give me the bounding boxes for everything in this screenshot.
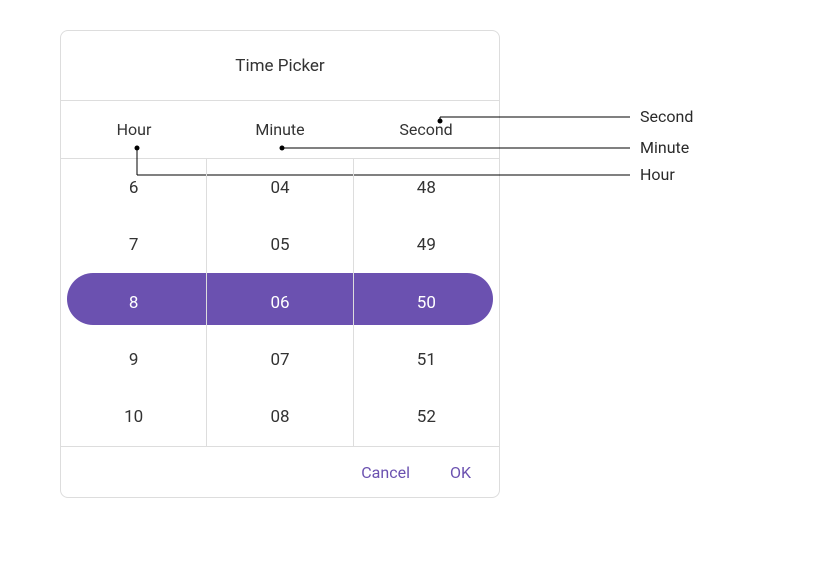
hour-header: Hour (61, 101, 207, 158)
minute-option[interactable]: 08 (207, 389, 352, 446)
second-option-selected[interactable]: 50 (354, 274, 499, 331)
annotation-second: Second (640, 107, 693, 126)
minute-header: Minute (207, 101, 353, 158)
hour-header-label: Hour (117, 120, 152, 139)
second-option[interactable]: 51 (354, 331, 499, 388)
second-option[interactable]: 48 (354, 159, 499, 216)
second-spinner[interactable]: 48 49 50 51 52 (353, 159, 499, 446)
hour-spinner[interactable]: 6 7 8 9 10 (61, 159, 206, 446)
spinner-area: 6 7 8 9 10 04 05 06 07 08 48 49 50 51 52 (61, 159, 499, 447)
annotation-hour: Hour (640, 165, 675, 184)
cancel-button[interactable]: Cancel (361, 463, 410, 482)
hour-option[interactable]: 9 (61, 331, 206, 388)
hour-option[interactable]: 6 (61, 159, 206, 216)
minute-option[interactable]: 05 (207, 216, 352, 273)
minute-option-selected[interactable]: 06 (207, 274, 352, 331)
second-option[interactable]: 52 (354, 389, 499, 446)
time-picker-dialog: Time Picker Hour Minute Second 6 7 8 9 1… (60, 30, 500, 498)
minute-header-label: Minute (255, 120, 304, 139)
dialog-footer: Cancel OK (61, 447, 499, 497)
second-option[interactable]: 49 (354, 216, 499, 273)
ok-button[interactable]: OK (450, 463, 471, 482)
hour-option-selected[interactable]: 8 (61, 274, 206, 331)
annotation-minute: Minute (640, 138, 689, 157)
second-header: Second (353, 101, 499, 158)
column-headers: Hour Minute Second (61, 101, 499, 159)
second-header-label: Second (399, 120, 452, 139)
hour-option[interactable]: 7 (61, 216, 206, 273)
spinner-columns: 6 7 8 9 10 04 05 06 07 08 48 49 50 51 52 (61, 159, 499, 446)
hour-option[interactable]: 10 (61, 389, 206, 446)
dialog-title-text: Time Picker (235, 56, 324, 76)
minute-spinner[interactable]: 04 05 06 07 08 (206, 159, 352, 446)
dialog-title: Time Picker (61, 31, 499, 101)
minute-option[interactable]: 04 (207, 159, 352, 216)
minute-option[interactable]: 07 (207, 331, 352, 388)
